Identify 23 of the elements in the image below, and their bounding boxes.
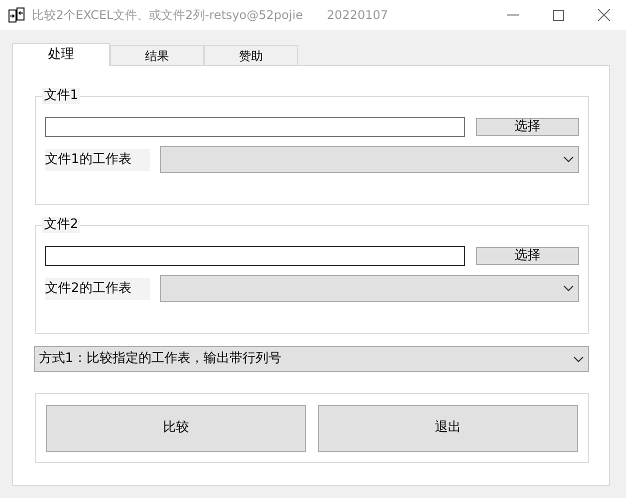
choose-button[interactable]: 选择	[476, 247, 579, 265]
action-button[interactable]: 退出	[318, 404, 578, 452]
tab[interactable]: 赞助	[204, 45, 298, 65]
window-title: 比较2个EXCEL文件、或文件2列-retsyo@52pojie	[32, 7, 303, 24]
app-icon	[8, 7, 26, 23]
action-button[interactable]: 比较	[46, 404, 306, 452]
sheet-label: 文件2的工作表	[45, 278, 150, 300]
tab[interactable]: 结果	[110, 45, 204, 65]
minimize-icon[interactable]	[507, 14, 519, 16]
sheet-label: 文件1的工作表	[45, 148, 150, 170]
group-title: 文件2	[42, 217, 80, 233]
chevron-down-icon	[563, 285, 574, 292]
chevron-down-icon	[563, 156, 574, 163]
tab[interactable]: 处理	[12, 43, 110, 66]
version-label: 20220107	[326, 7, 388, 24]
choose-button[interactable]: 选择	[476, 118, 579, 136]
group-title: 文件1	[42, 88, 80, 104]
mode-dropdown[interactable]: 方式1：比较指定的工作表，输出带行列号	[34, 346, 589, 372]
close-icon[interactable]	[598, 9, 610, 21]
maximize-icon[interactable]	[553, 10, 564, 20]
file-path-field[interactable]	[45, 246, 465, 266]
chevron-down-icon	[573, 356, 584, 362]
file-path-field[interactable]	[45, 117, 465, 137]
